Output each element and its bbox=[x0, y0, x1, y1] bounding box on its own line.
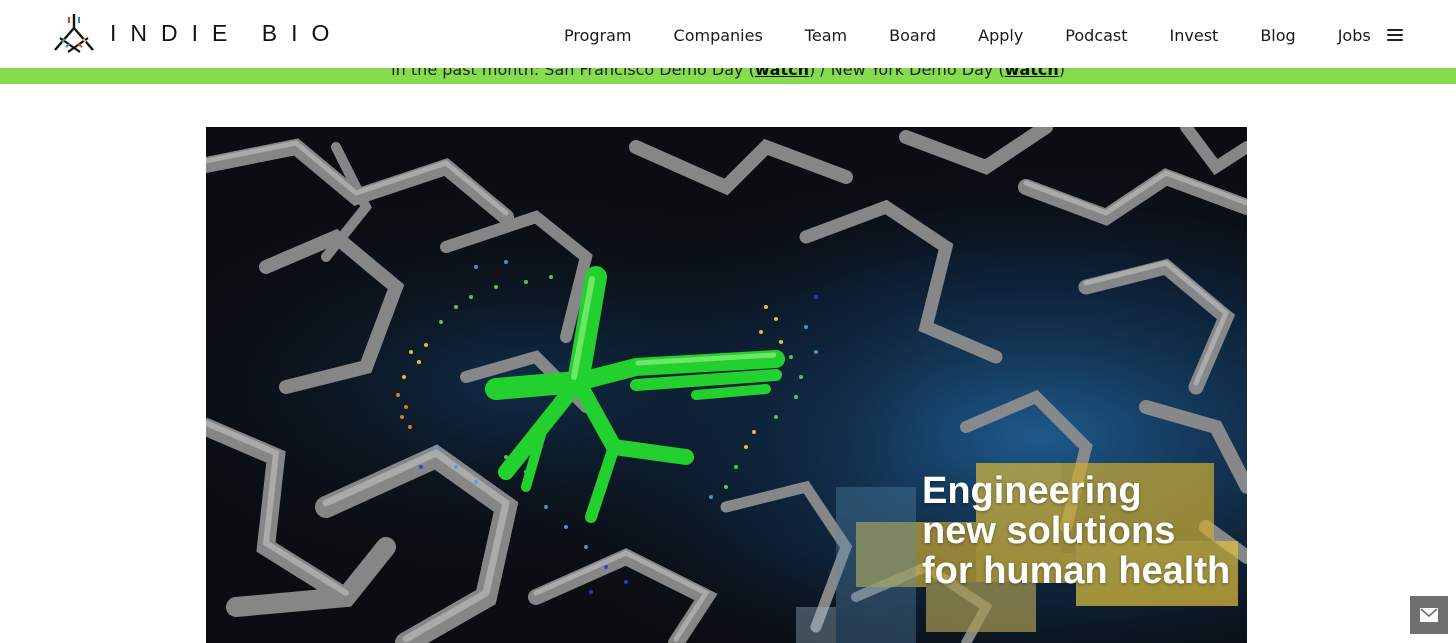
main-nav: Program Companies Team Board Apply Podca… bbox=[543, 0, 1392, 70]
nav-podcast[interactable]: Podcast bbox=[1044, 26, 1148, 45]
hero-headline: Engineering new solutions for human heal… bbox=[922, 471, 1230, 591]
nav-board[interactable]: Board bbox=[868, 26, 957, 45]
hero-line-2: new solutions bbox=[922, 510, 1176, 552]
nav-apply[interactable]: Apply bbox=[957, 26, 1044, 45]
nav-companies[interactable]: Companies bbox=[653, 26, 784, 45]
nav-invest[interactable]: Invest bbox=[1149, 26, 1240, 45]
hero-line-1: Engineering bbox=[922, 470, 1142, 512]
site-header: INDIE BIO Program Companies Team Board A… bbox=[0, 0, 1456, 68]
contact-button[interactable] bbox=[1410, 596, 1448, 634]
brand-name: INDIE BIO bbox=[110, 19, 344, 46]
envelope-icon bbox=[1420, 608, 1438, 622]
nav-team[interactable]: Team bbox=[784, 26, 868, 45]
indie-bio-logo[interactable]: INDIE BIO bbox=[52, 10, 343, 56]
hamburger-icon[interactable] bbox=[1386, 26, 1406, 44]
nav-blog[interactable]: Blog bbox=[1239, 26, 1316, 45]
nav-program[interactable]: Program bbox=[543, 26, 653, 45]
nav-jobs[interactable]: Jobs bbox=[1317, 26, 1392, 45]
announcement-bar: In the past month: San Francisco Demo Da… bbox=[0, 68, 1456, 84]
hero-banner: Engineering new solutions for human heal… bbox=[206, 127, 1247, 643]
hero-line-3: for human health bbox=[922, 550, 1231, 592]
logo-mark-icon bbox=[54, 14, 94, 53]
